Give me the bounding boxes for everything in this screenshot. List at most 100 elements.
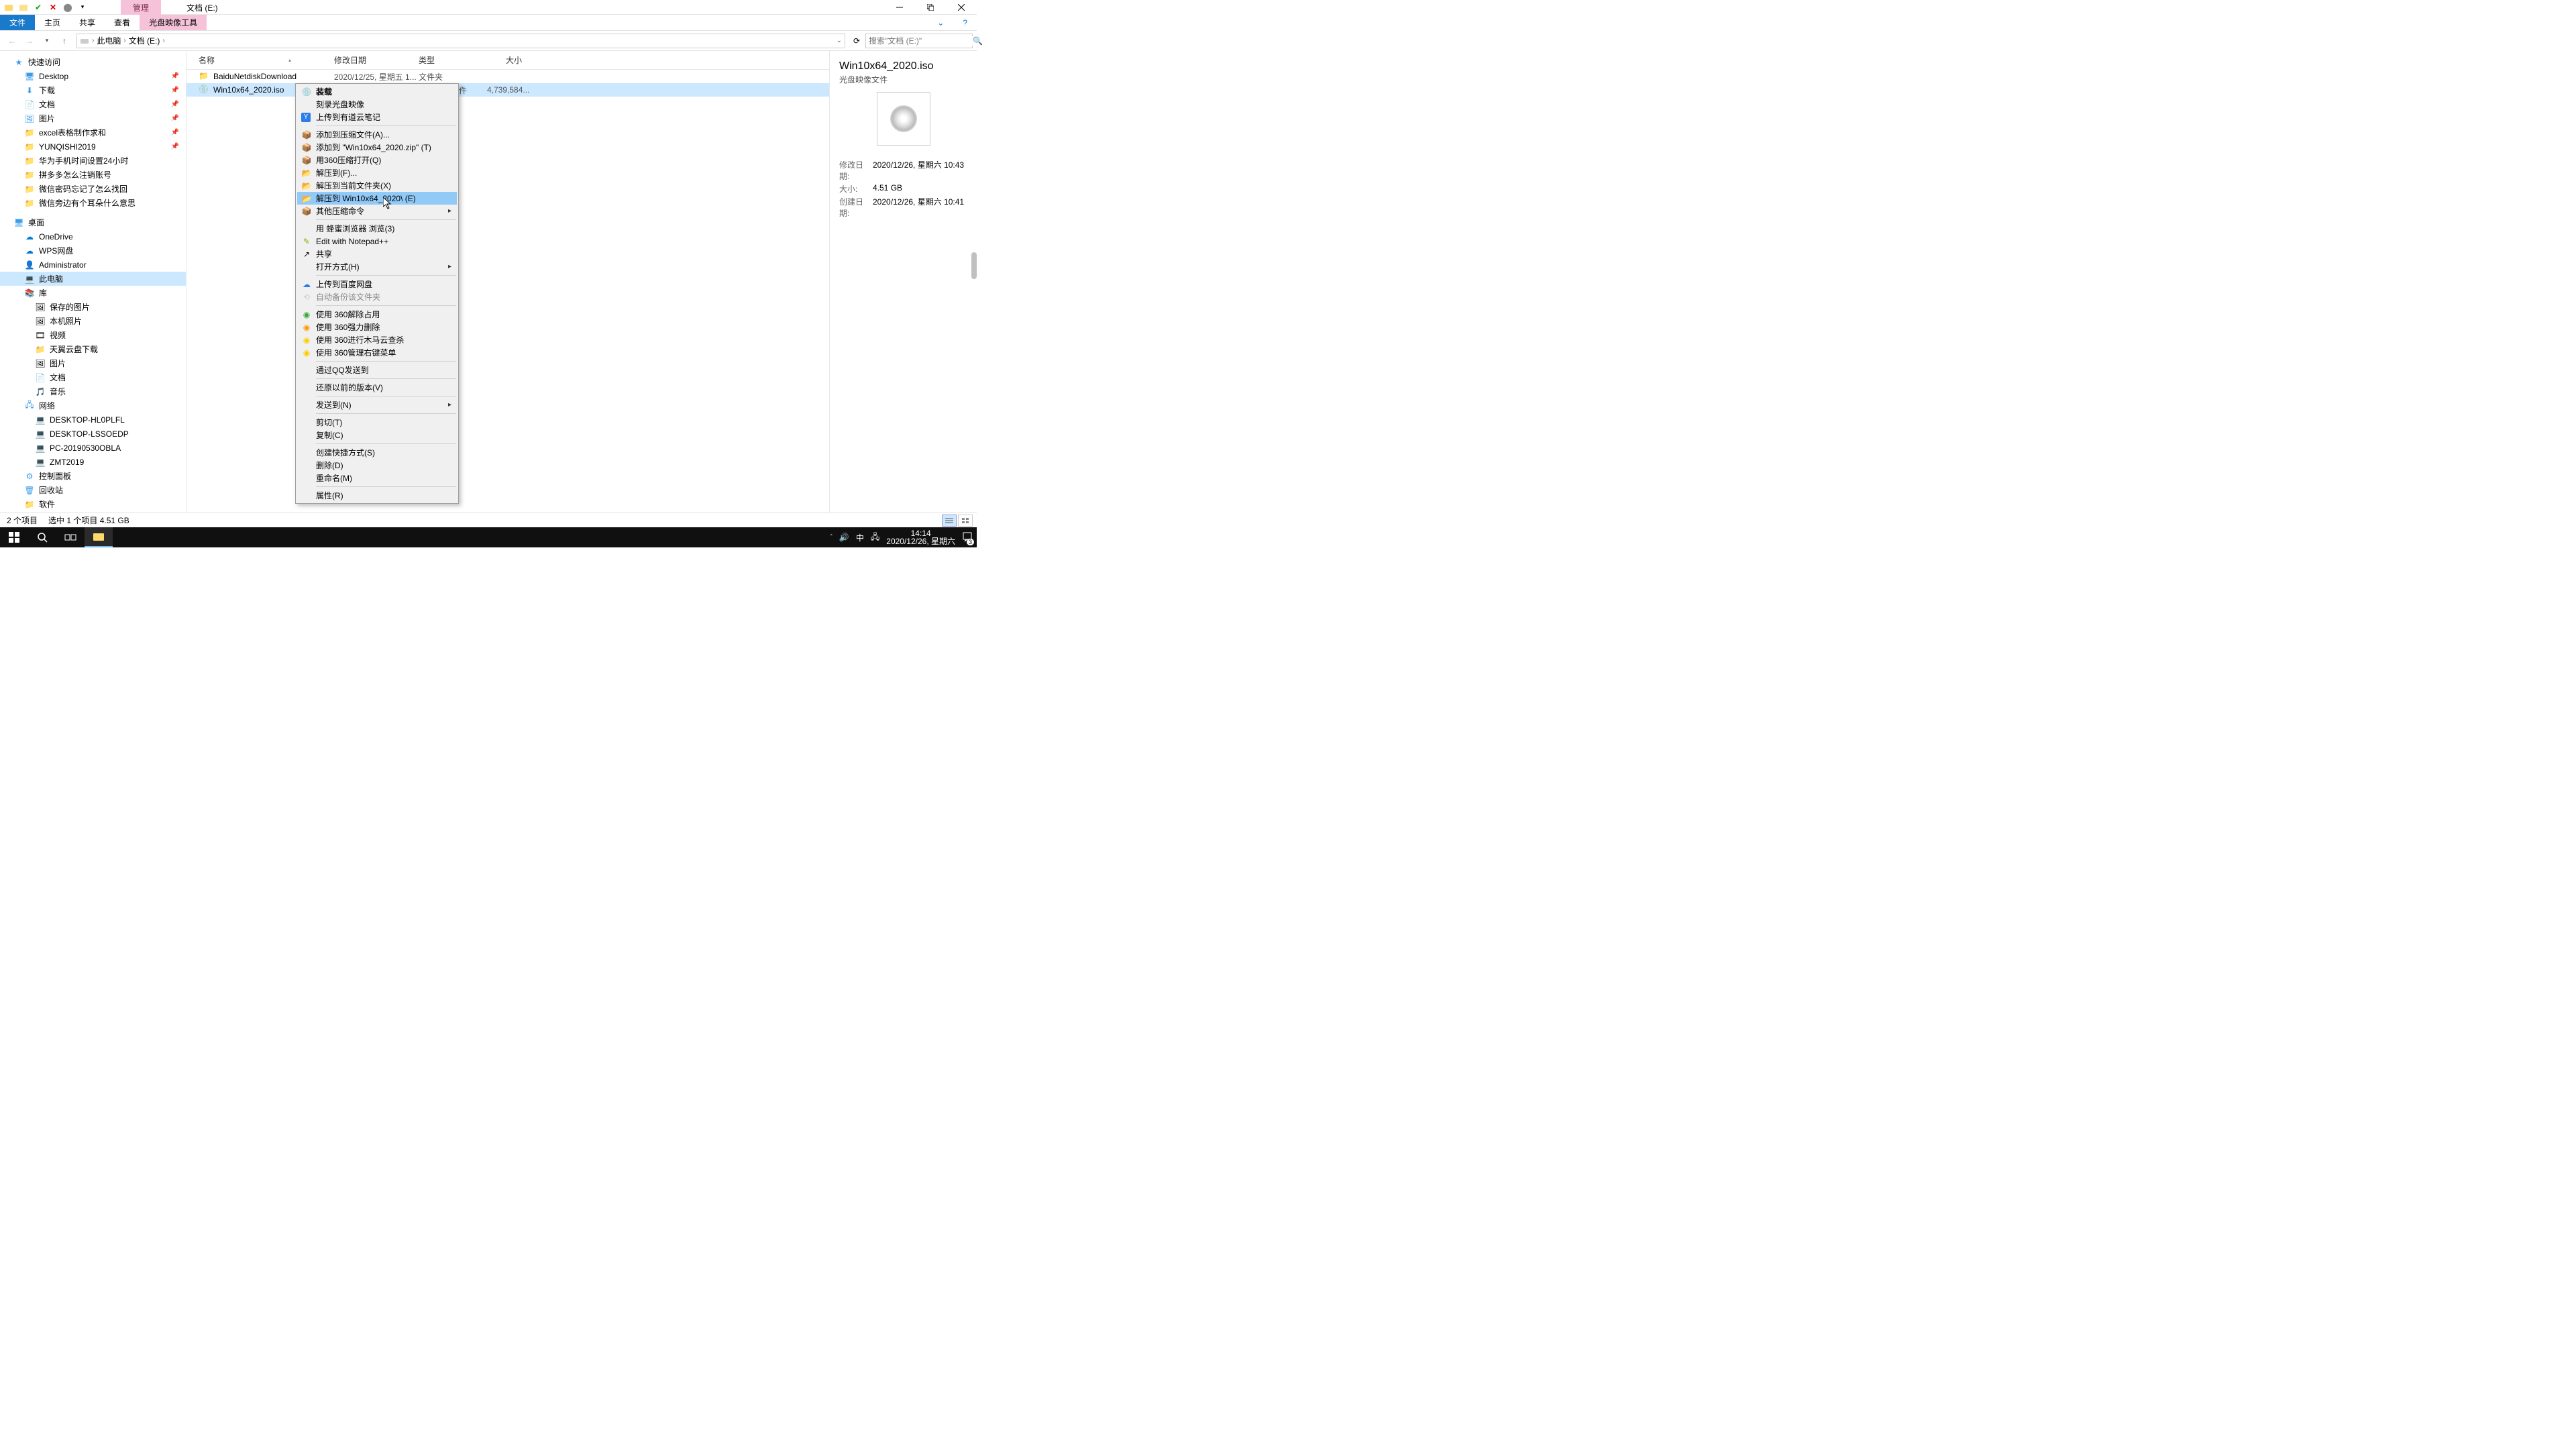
chevron-icon[interactable]: › (123, 37, 125, 44)
cm-extract-here[interactable]: 📂解压到当前文件夹(X) (297, 179, 457, 192)
contextual-tab-manage[interactable]: 管理 (121, 0, 161, 15)
ribbon-expand-button[interactable]: ⌄ (928, 15, 953, 30)
sidebar-item[interactable]: 📁华为手机时间设置24小时 (0, 154, 186, 168)
ribbon-tab-disc-tools[interactable]: 光盘映像工具 (140, 15, 207, 30)
sidebar-item[interactable]: 🖼本机照片 (0, 314, 186, 328)
column-date[interactable]: 修改日期 (334, 54, 419, 66)
forward-button[interactable]: → (21, 33, 38, 49)
breadcrumb[interactable]: › 此电脑 › 文档 (E:) › ⌄ (76, 34, 845, 48)
cm-delete[interactable]: 删除(D) (297, 459, 457, 472)
clock[interactable]: 14:14 2020/12/26, 星期六 (886, 529, 955, 545)
cm-restore[interactable]: 还原以前的版本(V) (297, 381, 457, 394)
sidebar-item[interactable]: 📁微信密码忘记了怎么找回 (0, 182, 186, 196)
ribbon-tab-home[interactable]: 主页 (35, 15, 70, 30)
close-red-icon[interactable]: ✕ (47, 1, 59, 13)
column-type[interactable]: 类型 (419, 54, 487, 66)
cm-add-zip[interactable]: 📦添加到 "Win10x64_2020.zip" (T) (297, 141, 457, 154)
search-icon[interactable]: 🔍 (973, 36, 983, 46)
sidebar-item[interactable]: 📁excel表格制作求和📌 (0, 125, 186, 140)
cm-copy[interactable]: 复制(C) (297, 429, 457, 441)
action-center-button[interactable]: 3 (962, 531, 973, 544)
breadcrumb-dropdown[interactable]: ⌄ (837, 37, 842, 44)
cm-burn[interactable]: 刻录光盘映像 (297, 98, 457, 111)
network-icon[interactable]: 🖧 (871, 531, 879, 545)
sidebar-item[interactable]: 💻DESKTOP-LSSOEDP (0, 427, 186, 441)
cm-notepadpp[interactable]: ✎Edit with Notepad++ (297, 235, 457, 248)
sidebar-desktop[interactable]: 🖥Desktop📌 (0, 69, 186, 83)
history-dropdown[interactable]: ▾ (39, 33, 55, 49)
check-icon[interactable]: ✔ (32, 1, 44, 13)
sidebar-item[interactable]: 💻DESKTOP-HL0PLFL (0, 413, 186, 427)
ime-indicator[interactable]: 中 (856, 532, 864, 543)
cm-send-to[interactable]: 发送到(N)▸ (297, 398, 457, 411)
cm-extract-to[interactable]: 📂解压到(F)... (297, 166, 457, 179)
sidebar-wps[interactable]: ☁WPS网盘 (0, 244, 186, 258)
cm-extract-named[interactable]: 📂解压到 Win10x64_2020\ (E) (297, 192, 457, 205)
cm-shortcut[interactable]: 创建快捷方式(S) (297, 446, 457, 459)
file-row-folder[interactable]: 📁BaiduNetdiskDownload 2020/12/25, 星期五 1.… (186, 70, 829, 83)
sidebar-pictures[interactable]: 🖼图片📌 (0, 111, 186, 125)
view-details-button[interactable] (942, 515, 957, 527)
sidebar-downloads[interactable]: ⬇下载📌 (0, 83, 186, 97)
sidebar-item[interactable]: 🖼保存的图片 (0, 300, 186, 314)
scrollbar-thumb[interactable] (971, 252, 977, 279)
task-view-button[interactable] (56, 527, 85, 547)
sidebar-control-panel[interactable]: ⚙控制面板 (0, 469, 186, 483)
sidebar-network[interactable]: 🖧网络 (0, 398, 186, 413)
column-name[interactable]: 名称▴ (186, 54, 334, 66)
cm-other-zip[interactable]: 📦其他压缩命令▸ (297, 205, 457, 217)
cm-baidu-upload[interactable]: ☁上传到百度网盘 (297, 278, 457, 290)
ribbon-tab-share[interactable]: 共享 (70, 15, 105, 30)
cm-properties[interactable]: 属性(R) (297, 489, 457, 502)
dropdown-icon[interactable]: ▾ (76, 1, 89, 13)
cm-rename[interactable]: 重命名(M) (297, 472, 457, 484)
sidebar-item[interactable]: 📁拼多多怎么注销账号 (0, 168, 186, 182)
sidebar-documents[interactable]: 📄文档📌 (0, 97, 186, 111)
sidebar-quick-access[interactable]: ★快速访问 (0, 55, 186, 69)
breadcrumb-this-pc[interactable]: 此电脑 (97, 35, 121, 46)
volume-icon[interactable]: 🔊 (839, 533, 849, 542)
chevron-icon[interactable]: › (92, 37, 94, 44)
start-button[interactable] (0, 527, 28, 547)
maximize-button[interactable] (915, 0, 946, 15)
cm-360-unlock[interactable]: ◉使用 360解除占用 (297, 308, 457, 321)
sidebar-item[interactable]: 💻ZMT2019 (0, 455, 186, 469)
close-button[interactable] (946, 0, 977, 15)
minimize-button[interactable] (884, 0, 915, 15)
help-button[interactable]: ? (953, 15, 977, 30)
explorer-icon[interactable] (17, 1, 30, 13)
file-row-iso[interactable]: 💿Win10x64_2020.iso 2020/12/26, 星期六 1... … (186, 83, 829, 97)
ribbon-tab-view[interactable]: 查看 (105, 15, 140, 30)
search-input[interactable] (869, 36, 973, 46)
cm-honey-browse[interactable]: 用 蜂蜜浏览器 浏览(3) (297, 222, 457, 235)
sidebar-desktop-root[interactable]: 🖥桌面 (0, 215, 186, 229)
sidebar-library[interactable]: 📚库 (0, 286, 186, 300)
cm-mount[interactable]: 💿装载 (297, 85, 457, 98)
refresh-button[interactable]: ⟳ (849, 34, 864, 48)
cm-youdao[interactable]: Y上传到有道云笔记 (297, 111, 457, 123)
search-button[interactable] (28, 527, 56, 547)
sidebar-admin[interactable]: 👤Administrator (0, 258, 186, 272)
cm-open-360zip[interactable]: 📦用360压缩打开(Q) (297, 154, 457, 166)
sidebar-recycle-bin[interactable]: 🗑回收站 (0, 483, 186, 497)
explorer-taskbar-button[interactable] (85, 527, 113, 547)
chevron-icon[interactable]: › (162, 37, 164, 44)
cm-360-scan[interactable]: ◉使用 360进行木马云查杀 (297, 333, 457, 346)
sidebar-item[interactable]: 📁天翼云盘下载 (0, 342, 186, 356)
sidebar-this-pc[interactable]: 💻此电脑 (0, 272, 186, 286)
sidebar-item[interactable]: 🎵音乐 (0, 384, 186, 398)
sidebar-item[interactable]: 📁YUNQISHI2019📌 (0, 140, 186, 154)
column-size[interactable]: 大小 (487, 54, 527, 66)
tray-overflow-button[interactable]: ˆ (830, 534, 833, 541)
sidebar-item[interactable]: 📁软件 (0, 497, 186, 511)
cm-360-delete[interactable]: ◉使用 360强力删除 (297, 321, 457, 333)
breadcrumb-drive[interactable]: 文档 (E:) (129, 35, 160, 46)
cm-add-archive[interactable]: 📦添加到压缩文件(A)... (297, 128, 457, 141)
sidebar-item[interactable]: 💻PC-20190530OBLA (0, 441, 186, 455)
sidebar-item[interactable]: 🖼图片 (0, 356, 186, 370)
cm-qq-send[interactable]: 通过QQ发送到 (297, 364, 457, 376)
sidebar-onedrive[interactable]: ☁OneDrive (0, 229, 186, 244)
back-button[interactable]: ← (4, 33, 20, 49)
properties-icon[interactable]: ⬤ (62, 1, 74, 13)
up-button[interactable]: ↑ (56, 33, 72, 49)
